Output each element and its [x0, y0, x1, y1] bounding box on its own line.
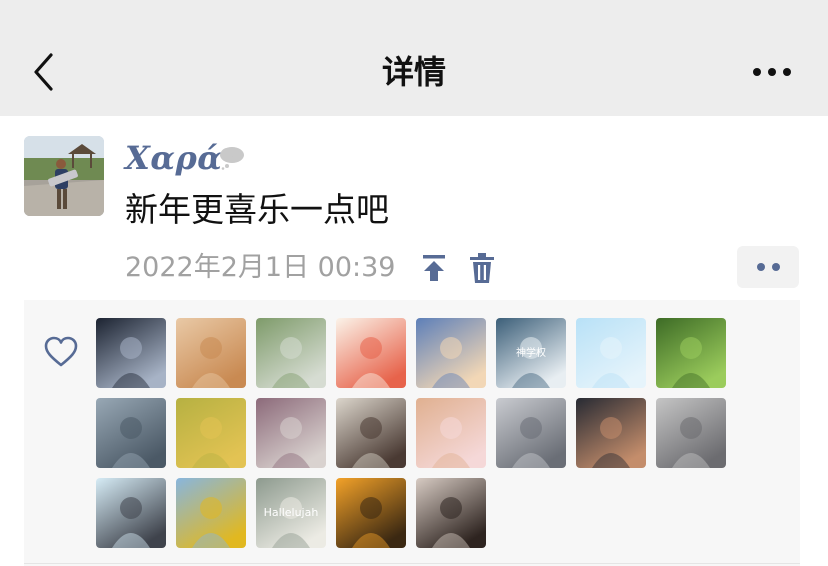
cloud-icon — [220, 147, 244, 170]
svg-text:Hallelujah: Hallelujah — [264, 506, 319, 519]
more-horizontal-icon — [753, 68, 791, 76]
like-avatar-gray-cat[interactable] — [656, 398, 726, 468]
avatar-photo — [336, 318, 406, 388]
like-avatar-city-street[interactable] — [96, 398, 166, 468]
like-avatar-cartoon-sheep[interactable] — [416, 318, 486, 388]
author-avatar[interactable] — [24, 136, 104, 216]
like-avatar-hallelujah-sign[interactable]: Hallelujah — [256, 478, 326, 548]
like-avatar-girl-back[interactable] — [336, 398, 406, 468]
avatar-photo — [496, 398, 566, 468]
like-avatar-night-figure[interactable] — [96, 318, 166, 388]
like-avatar-sunset-bike[interactable] — [336, 478, 406, 548]
avatar-photo — [656, 318, 726, 388]
chevron-left-icon — [34, 53, 53, 91]
more-dots-icon — [756, 263, 765, 271]
avatar-photo — [176, 318, 246, 388]
navigation-bar: 详情 — [0, 0, 828, 116]
page-title: 详情 — [381, 53, 446, 91]
like-avatar-bunny-carrot[interactable] — [336, 318, 406, 388]
avatar-photo — [176, 398, 246, 468]
heart-outline-icon — [44, 336, 78, 367]
avatar-photo — [576, 318, 646, 388]
like-avatar-bunny-cat[interactable] — [416, 398, 486, 468]
avatar-photo — [416, 398, 486, 468]
avatar-photo — [576, 398, 646, 468]
avatar-photo: 神学权 — [496, 318, 566, 388]
avatar-photo — [256, 318, 326, 388]
author-name-link[interactable]: Χαρά — [125, 136, 222, 180]
avatar-photo — [96, 318, 166, 388]
like-avatar-green-path[interactable] — [656, 318, 726, 388]
author-avatar-photo — [24, 136, 104, 216]
svg-text:神学权: 神学权 — [516, 346, 546, 359]
like-avatar-dog-flowers[interactable] — [256, 398, 326, 468]
like-avatar-girl-phone[interactable] — [416, 478, 486, 548]
like-avatar-smiling-man[interactable] — [576, 398, 646, 468]
more-button[interactable] — [748, 58, 796, 86]
avatar-photo — [96, 398, 166, 468]
avatar-photo — [416, 478, 486, 548]
avatar-photo — [336, 478, 406, 548]
avatar-photo — [336, 398, 406, 468]
back-button[interactable] — [26, 50, 62, 94]
post-content: 新年更喜乐一点吧 — [125, 190, 389, 229]
pin-to-top-icon[interactable] — [420, 253, 448, 283]
like-avatar-girl-sunflowers[interactable] — [176, 478, 246, 548]
like-avatar-autumn-trees[interactable] — [176, 398, 246, 468]
divider — [24, 563, 800, 564]
avatar-photo — [656, 398, 726, 468]
like-avatar-cartoon-cat[interactable] — [96, 478, 166, 548]
avatar-photo — [256, 398, 326, 468]
avatar-photo — [176, 478, 246, 548]
like-avatar-girl-building[interactable] — [496, 398, 566, 468]
post-timestamp: 2022年2月1日 00:39 — [125, 252, 396, 283]
like-avatar-park-sign[interactable] — [256, 318, 326, 388]
avatar-photo — [416, 318, 486, 388]
like-avatar-pomeranian-dog[interactable] — [176, 318, 246, 388]
like-avatar-sky-text-card[interactable] — [576, 318, 646, 388]
like-avatar-blue-text-card[interactable]: 神学权 — [496, 318, 566, 388]
post-actions-button[interactable] — [737, 246, 799, 288]
avatar-photo: Hallelujah — [256, 478, 326, 548]
trash-icon[interactable] — [468, 252, 496, 284]
avatar-photo — [96, 478, 166, 548]
